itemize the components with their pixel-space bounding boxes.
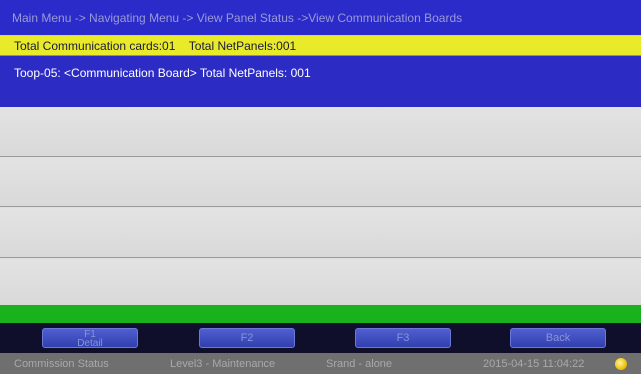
list-item[interactable] [0,259,641,305]
network-mode: Srand - alone [326,358,393,370]
detail-label: Detail [77,338,103,349]
back-button[interactable]: Back [510,328,606,348]
panel-screen: Main Menu -> Navigating Menu -> View Pan… [0,0,641,374]
list-item[interactable] [0,107,641,157]
total-communication-cards: Total Communication cards:01 [14,39,176,53]
total-netpanels: Total NetPanels:001 [188,39,297,53]
communication-board-row-selected[interactable]: Toop-05: <Communication Board> Total Net… [0,56,641,107]
f2-button[interactable]: F2 [199,328,295,348]
commission-status: Commission Status [14,358,109,370]
status-lamp-icon [615,358,627,370]
status-bar: Commission Status Level3 - Maintenance S… [0,353,641,374]
f3-button[interactable]: F3 [355,328,451,348]
breadcrumb: Main Menu -> Navigating Menu -> View Pan… [0,0,641,35]
date-time: 2015-04-15 11:04:22 [483,358,585,370]
board-list [0,107,641,305]
list-item[interactable] [0,208,641,258]
status-indicator-bar [0,305,641,323]
list-item[interactable] [0,157,641,207]
access-level: Level3 - Maintenance [170,358,276,370]
summary-bar: Total Communication cards:01 Total NetPa… [0,35,641,56]
f1-detail-button[interactable]: F1 Detail [42,328,138,349]
function-key-bar: F1 Detail F2 F3 Back [0,323,641,353]
